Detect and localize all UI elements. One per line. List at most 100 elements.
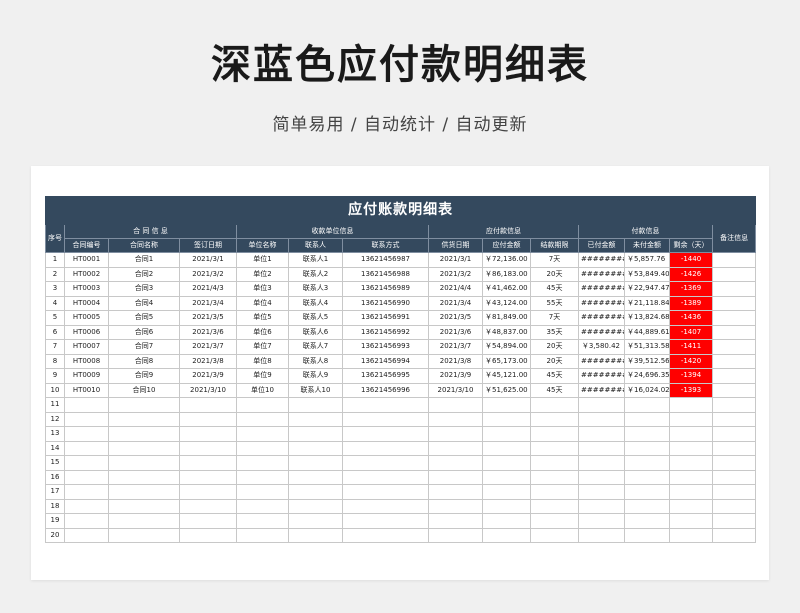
group-header-payment[interactable]: 付款信息 [578,224,713,239]
phone-cell[interactable]: 13621456990 [342,295,429,311]
phone-cell[interactable]: 13621456993 [342,339,429,355]
group-header-contract[interactable]: 合 同 信 息 [64,224,237,239]
remaining-days-cell[interactable]: -1369 [669,281,713,297]
unit-name-cell[interactable]: 单位2 [236,266,289,282]
empty-cell[interactable] [179,455,237,471]
contact-cell[interactable]: 联系人8 [288,353,343,369]
empty-cell[interactable] [179,498,237,514]
empty-cell[interactable] [669,397,713,413]
empty-cell[interactable] [578,440,625,456]
sign-date-cell[interactable]: 2021/3/4 [179,295,237,311]
empty-cell[interactable] [624,527,670,543]
empty-cell[interactable] [578,426,625,442]
supply-date-cell[interactable]: 2021/3/10 [428,382,483,398]
amount-cell[interactable]: ￥51,625.00 [482,382,531,398]
contact-cell[interactable]: 联系人3 [288,281,343,297]
empty-cell[interactable] [288,527,343,543]
phone-cell[interactable]: 13621456988 [342,266,429,282]
empty-cell[interactable] [482,469,531,485]
amount-cell[interactable]: ￥43,124.00 [482,295,531,311]
empty-cell[interactable] [624,411,670,427]
empty-cell[interactable] [342,484,429,500]
empty-cell[interactable] [64,440,109,456]
row-seq-cell[interactable]: 13 [45,426,65,442]
empty-cell[interactable] [711,440,757,456]
remaining-days-cell[interactable]: -1420 [669,353,713,369]
empty-cell[interactable] [669,484,713,500]
row-seq-cell[interactable]: 11 [45,397,65,413]
empty-cell[interactable] [624,440,670,456]
empty-cell[interactable] [530,455,579,471]
amount-cell[interactable]: ￥41,462.00 [482,281,531,297]
term-cell[interactable]: 45天 [530,368,579,384]
empty-cell[interactable] [64,455,109,471]
contract-name-cell[interactable]: 合同8 [108,353,180,369]
unpaid-cell[interactable]: ￥53,849.40 [624,266,670,282]
empty-cell[interactable] [108,426,180,442]
supply-date-cell[interactable]: 2021/3/9 [428,368,483,384]
unit-name-cell[interactable]: 单位9 [236,368,289,384]
empty-cell[interactable] [236,498,289,514]
amount-cell[interactable]: ￥72,136.00 [482,252,531,268]
contract-id-cell[interactable]: HT0005 [64,310,109,326]
empty-cell[interactable] [108,469,180,485]
term-cell[interactable]: 20天 [530,353,579,369]
empty-cell[interactable] [342,440,429,456]
remaining-days-cell[interactable]: -1440 [669,252,713,268]
empty-cell[interactable] [64,513,109,529]
paid-cell[interactable]: ########## [578,310,625,326]
remaining-days-cell[interactable]: -1411 [669,339,713,355]
empty-cell[interactable] [288,426,343,442]
paid-cell[interactable]: ########## [578,368,625,384]
unpaid-cell[interactable]: ￥13,824.68 [624,310,670,326]
empty-cell[interactable] [530,484,579,500]
empty-cell[interactable] [624,469,670,485]
empty-cell[interactable] [578,469,625,485]
contract-id-cell[interactable]: HT0003 [64,281,109,297]
amount-cell[interactable]: ￥45,121.00 [482,368,531,384]
empty-cell[interactable] [669,426,713,442]
empty-cell[interactable] [288,498,343,514]
empty-cell[interactable] [428,527,483,543]
phone-cell[interactable]: 13621456989 [342,281,429,297]
empty-cell[interactable] [288,455,343,471]
col-header-contract-id[interactable]: 合同编号 [64,238,109,253]
note-cell[interactable] [711,252,757,268]
contact-cell[interactable]: 联系人10 [288,382,343,398]
row-seq-cell[interactable]: 18 [45,498,65,514]
empty-cell[interactable] [624,455,670,471]
empty-cell[interactable] [428,484,483,500]
empty-cell[interactable] [578,411,625,427]
empty-cell[interactable] [108,513,180,529]
paid-cell[interactable]: ￥3,580.42 [578,339,625,355]
empty-cell[interactable] [342,469,429,485]
term-cell[interactable]: 20天 [530,339,579,355]
empty-cell[interactable] [530,527,579,543]
col-header-paid[interactable]: 已付金额 [578,238,625,253]
paid-cell[interactable]: ########## [578,266,625,282]
empty-cell[interactable] [711,513,757,529]
contract-name-cell[interactable]: 合同10 [108,382,180,398]
row-seq-cell[interactable]: 5 [45,310,65,326]
row-seq-cell[interactable]: 16 [45,469,65,485]
paid-cell[interactable]: ########## [578,281,625,297]
empty-cell[interactable] [669,440,713,456]
sign-date-cell[interactable]: 2021/4/3 [179,281,237,297]
row-seq-cell[interactable]: 20 [45,527,65,543]
unit-name-cell[interactable]: 单位3 [236,281,289,297]
row-seq-cell[interactable]: 15 [45,455,65,471]
empty-cell[interactable] [624,513,670,529]
empty-cell[interactable] [342,397,429,413]
empty-cell[interactable] [179,411,237,427]
empty-cell[interactable] [108,411,180,427]
empty-cell[interactable] [711,411,757,427]
empty-cell[interactable] [236,469,289,485]
empty-cell[interactable] [64,411,109,427]
contract-id-cell[interactable]: HT0002 [64,266,109,282]
sign-date-cell[interactable]: 2021/3/2 [179,266,237,282]
empty-cell[interactable] [711,498,757,514]
empty-cell[interactable] [236,455,289,471]
empty-cell[interactable] [482,513,531,529]
sign-date-cell[interactable]: 2021/3/8 [179,353,237,369]
group-header-payable[interactable]: 应付款信息 [428,224,579,239]
